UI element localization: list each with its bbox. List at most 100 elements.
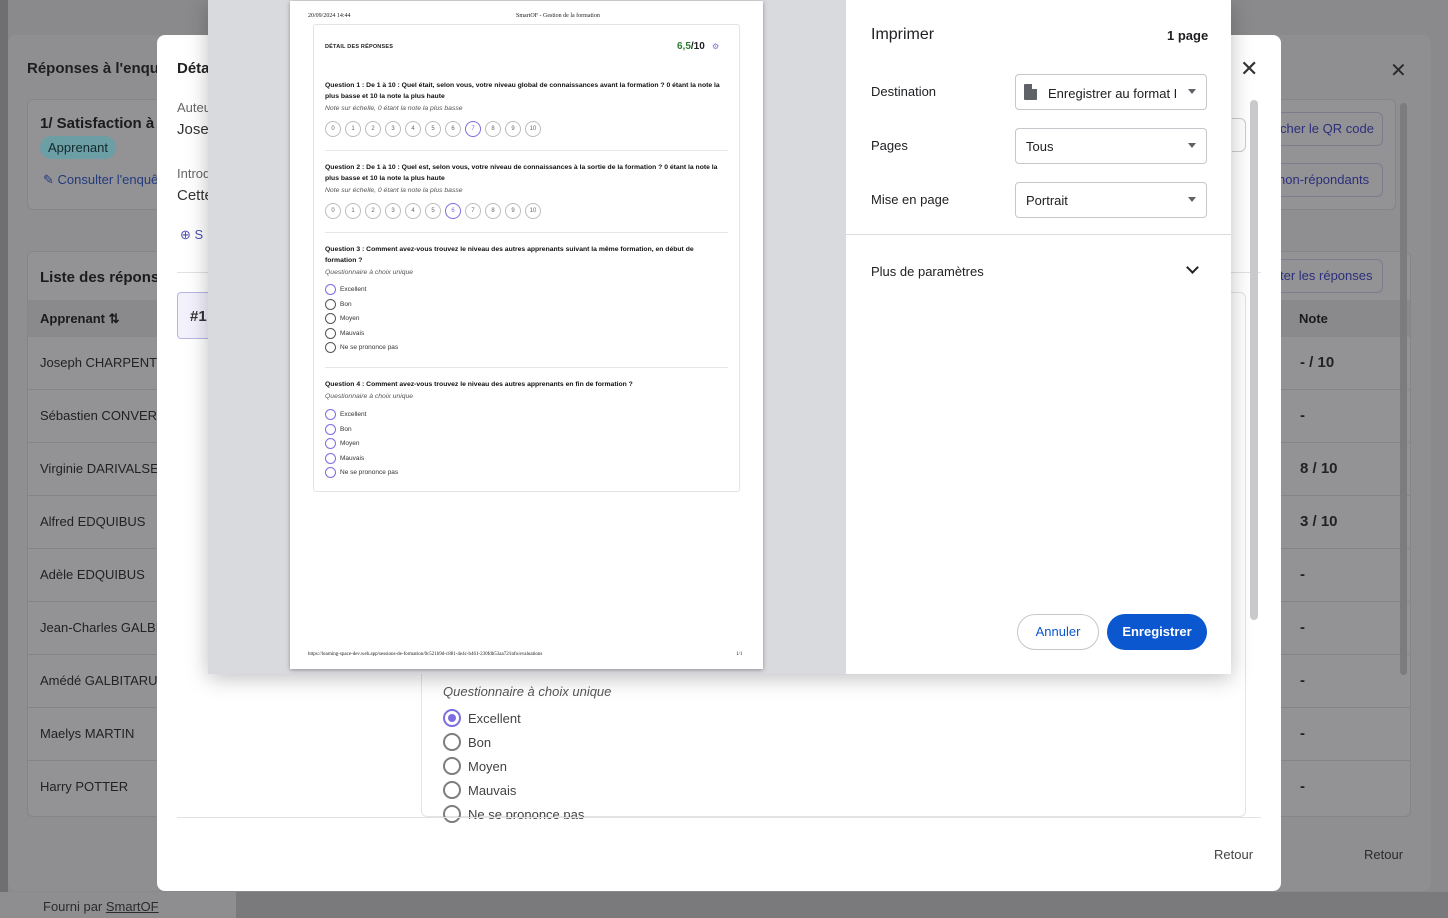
scale-point: 8 [485,203,501,219]
table-row-note: - [1300,619,1305,636]
sort-icon[interactable]: ⇅ [109,311,120,326]
preview-option-label: Moyen [340,440,360,447]
preview-option: Bon [325,423,352,435]
table-row-note: - [1300,566,1305,583]
preview-option: Ne se prononce pas [325,467,398,478]
preview-question-3-sub: Questionnaire à choix unique [325,269,414,276]
radio-option[interactable] [443,805,461,823]
response-tab-1[interactable]: #1 [177,292,209,339]
consult-survey-link[interactable]: ✎ Consulter l'enquête [43,172,169,188]
preview-option-label: Excellent [340,286,367,293]
radio-icon [325,438,336,449]
responses-back-button[interactable]: Retour [1364,847,1403,862]
table-row-name[interactable]: Harry POTTER [40,779,128,794]
footer-bar [0,892,1448,918]
divider [177,817,1261,818]
responses-scrollbar[interactable] [1400,103,1407,675]
radio-icon [325,284,336,295]
save-button[interactable]: Enregistrer [1107,614,1207,650]
scale-point: 7 [465,203,481,219]
table-row-name[interactable]: Sébastien CONVERS [40,408,166,423]
non-respondents-button[interactable]: non-répondants [1263,163,1383,197]
table-row-name[interactable]: Maelys MARTIN [40,726,134,741]
scale-point: 10 [525,121,541,137]
scale-point: 2 [365,121,381,137]
scale-point: 7 [465,121,481,137]
detail-modal-close-icon[interactable]: ✕ [1240,56,1258,82]
caret-down-icon [1188,143,1196,148]
cancel-button[interactable]: Annuler [1017,614,1099,650]
column-header-note: Note [1299,311,1328,326]
scale-point: 3 [385,121,401,137]
preview-footer-url: https://learning-space-dev.web.app/sessi… [308,652,543,657]
more-settings-toggle[interactable]: Plus de paramètres [871,264,984,279]
scale-point: 0 [325,203,341,219]
radio-option[interactable] [443,757,461,775]
radio-option[interactable] [443,781,461,799]
preview-option-label: Bon [340,300,352,308]
divider [325,232,728,233]
preview-question-2-sub: Note sur échelle, 0 étant la note la plu… [325,187,463,194]
document-icon [1024,84,1037,100]
preview-question-3: Question 3 : Comment avez-vous trouvez l… [325,246,694,264]
table-row-note: - / 10 [1300,354,1335,371]
radio-icon [325,298,336,310]
preview-option-label: Ne se prononce pas [340,344,399,351]
detail-back-button[interactable]: Retour [1214,847,1253,862]
preview-footer-page: 1/1 [736,652,743,657]
preview-question-4-sub: Questionnaire à choix unique [325,393,414,400]
scale-point: 10 [525,203,541,219]
preview-option: Excellent [325,284,366,295]
preview-option-label: Excellent [340,411,367,418]
preview-header-date: 20/09/2024 14:44 [308,13,351,19]
print-preview-page: 20/09/2024 14:44 SmartOF - Gestion de la… [290,1,763,669]
layout-select[interactable]: Portrait [1015,182,1207,218]
preview-option: Excellent [325,409,366,420]
scale-point: 4 [405,121,421,137]
radio-icon [325,452,336,464]
table-row-name[interactable]: Jean-Charles GALBI [40,620,159,635]
status-badge: Apprenant [40,136,116,159]
pages-select[interactable]: Tous [1015,128,1207,164]
radio-icon [325,342,336,353]
scale-point: 9 [505,121,521,137]
radio-option[interactable] [443,709,461,727]
preview-option: Mauvais [325,327,365,339]
column-header-apprenant[interactable]: Apprenant ⇅ [40,311,120,327]
table-row-name[interactable]: Alfred EDQUIBUS [40,514,145,529]
preview-option: Mauvais [325,452,364,464]
caret-down-icon [1188,197,1196,202]
scale-point: 0 [325,121,341,137]
destination-select[interactable]: Enregistrer au format PDF [1015,74,1207,110]
export-responses-button[interactable]: ter les réponses [1263,259,1383,293]
survey-title: 1/ Satisfaction à c [40,115,167,132]
smartof-link[interactable]: SmartOF [106,899,159,914]
radio-option-label: Mauvais [468,783,517,798]
table-row-name[interactable]: Adèle EDQUIBUS [40,567,145,582]
table-row-name[interactable]: Joseph CHARPENTIE [40,355,169,370]
radio-option[interactable] [443,733,461,751]
show-qr-code-button[interactable]: cher le QR code [1263,112,1383,146]
radio-option-label: Excellent [468,711,521,726]
add-button[interactable]: ⊕ S [180,227,203,243]
preview-option: Bon [325,298,352,310]
table-row-name[interactable]: Virginie DARIVALSE [40,461,159,476]
table-row-note: - [1300,725,1305,742]
panel-edge-button[interactable] [1232,118,1246,152]
preview-option-label: Mauvais [340,329,365,337]
radio-icon [325,313,336,324]
table-row-note: - [1300,778,1305,795]
responses-modal-close-icon[interactable]: ✕ [1390,58,1407,83]
scale-point: 8 [485,121,501,137]
settings-scrollbar[interactable] [1250,100,1258,620]
plus-circle-icon: ⊕ [180,227,191,242]
scale-point: 1 [345,121,361,137]
divider [325,150,728,151]
table-row-name[interactable]: Amédé GALBITARUS [40,673,166,688]
preview-scale-2: 0 1 2 3 4 5 6 7 8 9 10 [325,203,541,219]
scale-point: 6 [445,121,461,137]
preview-header-title: SmartOF - Gestion de la formation [516,13,600,19]
preview-option: Ne se prononce pas [325,342,398,353]
question-kind: Questionnaire à choix unique [443,684,612,699]
radio-icon [325,327,336,339]
